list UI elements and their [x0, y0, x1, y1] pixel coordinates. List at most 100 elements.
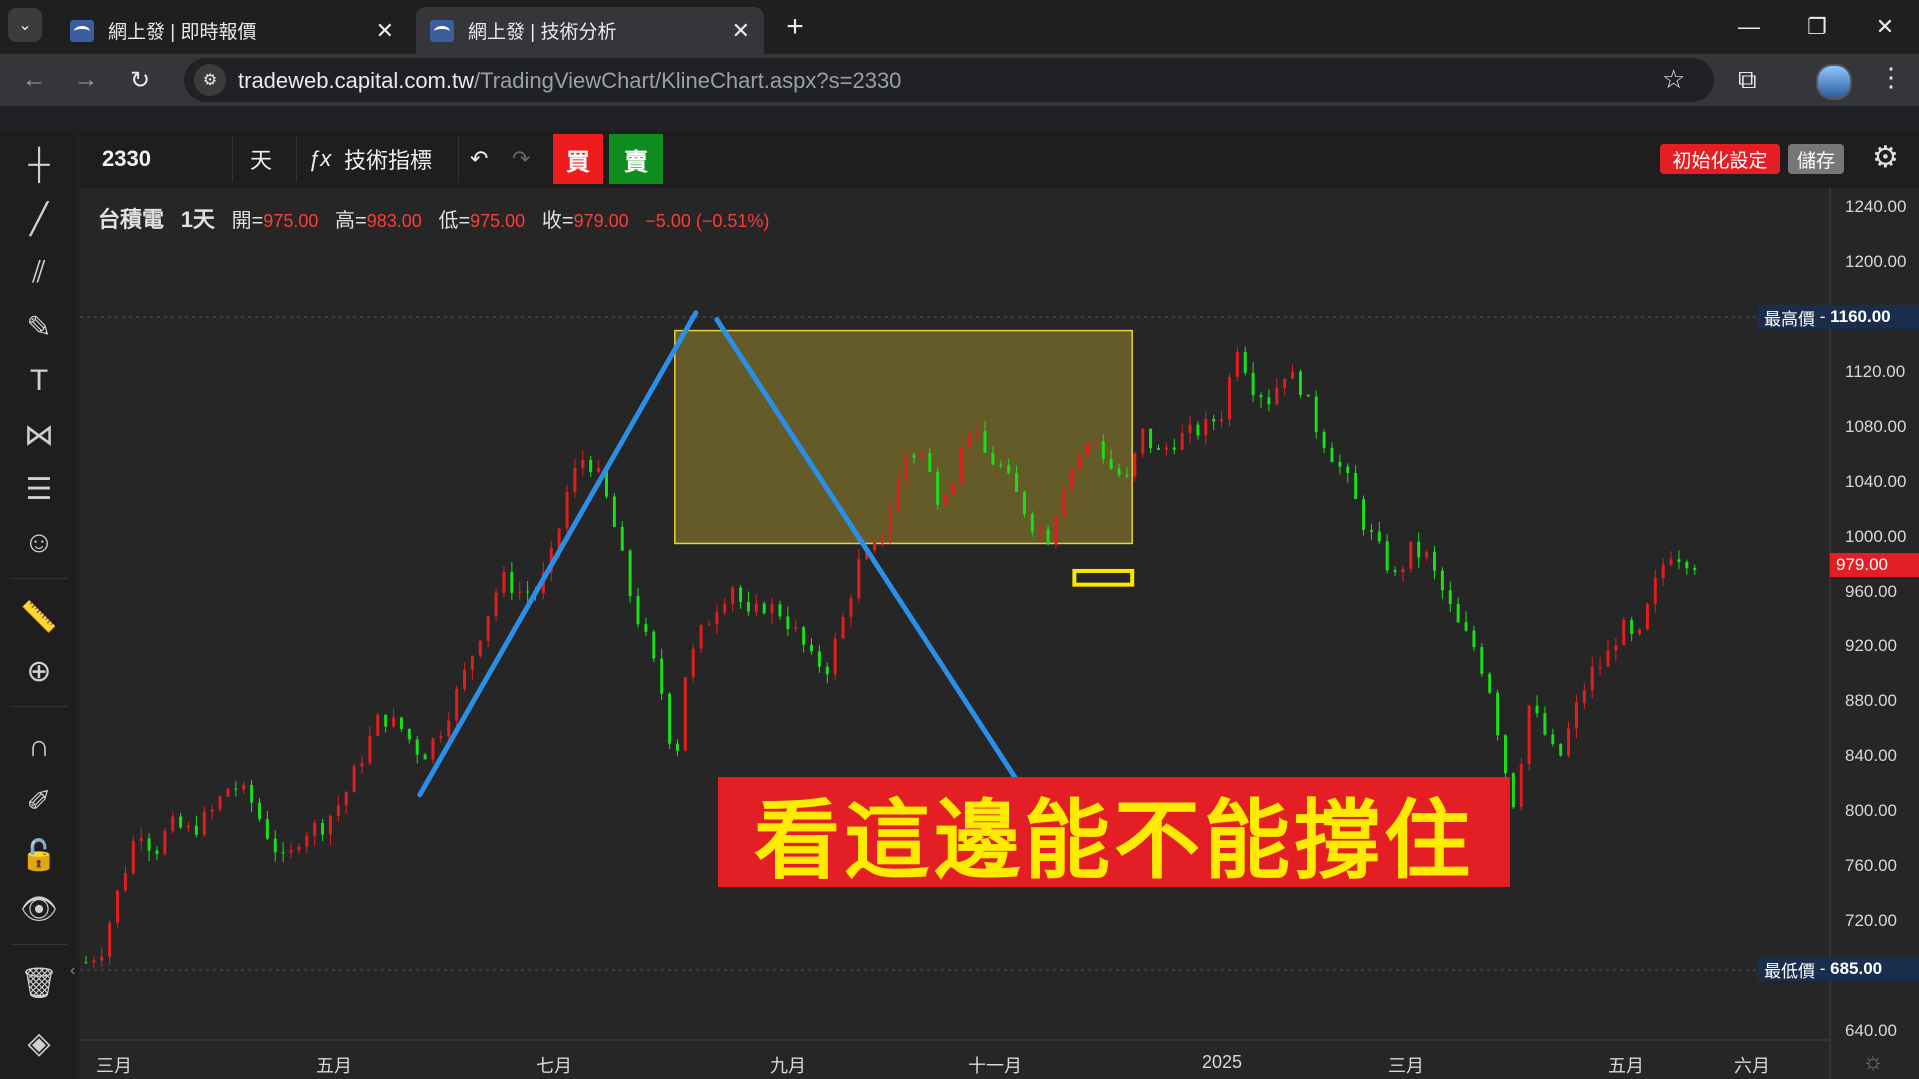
save-button[interactable]: 儲存	[1788, 144, 1844, 174]
candle-body	[305, 835, 309, 847]
ruler-tool-icon[interactable]: 📏	[16, 594, 62, 640]
candle-body	[888, 512, 892, 535]
candle-body	[1488, 673, 1492, 693]
close-window-icon[interactable]: ✕	[1850, 0, 1919, 54]
candle-body	[612, 496, 616, 527]
forward-icon[interactable]: →	[66, 62, 106, 98]
candle-body	[108, 922, 112, 957]
profile-avatar[interactable]	[1816, 64, 1852, 100]
pitchfork-tool-icon[interactable]: ⫽	[16, 250, 62, 296]
candle-body	[155, 850, 159, 854]
browser-menu-icon[interactable]: ⋮	[1878, 62, 1904, 93]
candle-body	[281, 852, 285, 854]
candle-body	[423, 754, 427, 760]
scroll-left-icon[interactable]: ‹	[70, 962, 75, 980]
candle-body	[1614, 645, 1618, 651]
brush-tool-icon[interactable]: ✎	[16, 304, 62, 350]
restore-icon[interactable]: ❐	[1782, 0, 1852, 54]
candle-body	[1070, 469, 1074, 490]
candle-body	[1409, 541, 1413, 569]
minimize-icon[interactable]: —	[1714, 0, 1784, 54]
indicator-icon[interactable]: ƒx	[308, 130, 331, 188]
site-favicon-icon	[430, 19, 454, 42]
hide-drawings-icon[interactable]: 👁	[16, 886, 62, 932]
prediction-tool-icon[interactable]: ☰	[16, 466, 62, 512]
candle-body	[1472, 630, 1476, 648]
axis-settings-icon[interactable]: ☼	[1862, 1048, 1884, 1076]
candle-body	[439, 736, 443, 739]
candle-body	[360, 762, 364, 767]
candle-body	[1259, 395, 1263, 398]
candle-body	[873, 542, 877, 551]
candle-body	[1346, 466, 1350, 474]
pattern-tool-icon[interactable]: ⋈	[16, 412, 62, 458]
close-tab-icon[interactable]: ✕	[376, 18, 394, 44]
last-price-tag: 979.00	[1830, 553, 1919, 577]
text-tool-icon[interactable]: T	[16, 358, 62, 404]
price-axis-label: 960.00	[1845, 581, 1897, 601]
tab-technical-analysis[interactable]: 網上發 | 技術分析 ✕	[416, 7, 764, 54]
url-field[interactable]: ⚙ tradeweb.capital.com.tw/TradingViewCha…	[184, 58, 1714, 102]
candle-body	[1283, 378, 1287, 388]
candle-body	[1338, 462, 1342, 467]
time-axis-label: 三月	[1388, 1056, 1424, 1076]
site-info-icon[interactable]: ⚙	[194, 64, 226, 96]
toolbar-divider	[10, 578, 68, 579]
price-chart[interactable]	[80, 188, 1919, 1079]
extensions-icon[interactable]: ⧉	[1738, 64, 1757, 96]
candle-body	[1645, 604, 1649, 630]
candle-body	[1164, 447, 1168, 450]
candle-body	[810, 644, 814, 652]
candle-body	[668, 693, 672, 744]
tab-search-button[interactable]: ⌄	[8, 8, 42, 42]
magnet-icon[interactable]: ∩	[16, 724, 62, 770]
bookmark-star-icon[interactable]: ☆	[1662, 64, 1685, 95]
candle-body	[1125, 474, 1129, 477]
candle-body	[1220, 419, 1224, 422]
buy-button[interactable]: 買	[553, 134, 603, 184]
indicators-button[interactable]: 技術指標	[344, 130, 432, 188]
reload-icon[interactable]: ↻	[120, 62, 160, 98]
close-tab-icon[interactable]: ✕	[732, 18, 750, 44]
emoji-tool-icon[interactable]: ☺	[16, 520, 62, 566]
candle-body	[991, 452, 995, 465]
trash-icon[interactable]: 🗑	[16, 960, 62, 1006]
candle-body	[163, 830, 167, 854]
redo-icon[interactable]: ↷	[512, 130, 530, 188]
time-axis-label: 九月	[770, 1056, 806, 1076]
candle-body	[1606, 650, 1610, 667]
candle-body	[825, 666, 829, 675]
time-axis-label: 三月	[96, 1056, 132, 1076]
lock-drawing-icon[interactable]: ✐	[16, 778, 62, 824]
crosshair-icon[interactable]: ┼	[16, 142, 62, 188]
price-axis-label: 1200.00	[1845, 251, 1907, 271]
symbol-input[interactable]: 2330	[102, 130, 151, 188]
new-tab-icon[interactable]: +	[778, 10, 812, 44]
candle-body	[699, 625, 703, 649]
unlock-icon[interactable]: 🔓	[16, 832, 62, 878]
low-price-tag: 最低價 - 685.00	[1758, 957, 1919, 981]
trendline-tool-icon[interactable]: ╱	[16, 196, 62, 242]
drawing-toolbar: ┼ ╱ ⫽ ✎ T ⋈ ☰ ☺ 📏 ⊕ ∩ ✐ 🔓 👁 🗑 ◈	[0, 130, 78, 1079]
candle-body	[202, 811, 206, 835]
candle-body	[1362, 499, 1366, 530]
tab-quotes[interactable]: 網上發 | 即時報價 ✕	[56, 7, 408, 54]
candle-body	[1101, 441, 1105, 459]
settings-gear-icon[interactable]: ⚙	[1872, 140, 1899, 175]
layers-icon[interactable]: ◈	[16, 1020, 62, 1066]
reset-button[interactable]: 初始化設定	[1660, 144, 1780, 174]
candle-body	[1117, 468, 1121, 475]
candle-body	[1685, 561, 1689, 569]
toolbar-divider	[458, 136, 459, 182]
interval-button[interactable]: 天	[250, 130, 272, 188]
candle-body	[912, 454, 916, 458]
undo-icon[interactable]: ↶	[470, 130, 488, 188]
candle-body	[242, 784, 246, 790]
candle-body	[565, 492, 569, 529]
chart-toolbar: 2330 天 ƒx 技術指標 ↶ ↷ 買 賣 初始化設定 儲存 ⚙	[80, 130, 1919, 188]
candle-body	[1046, 529, 1050, 545]
back-icon[interactable]: ←	[14, 62, 54, 98]
zoom-in-icon[interactable]: ⊕	[16, 648, 62, 694]
sell-button[interactable]: 賣	[609, 134, 663, 184]
candle-body	[675, 743, 679, 751]
